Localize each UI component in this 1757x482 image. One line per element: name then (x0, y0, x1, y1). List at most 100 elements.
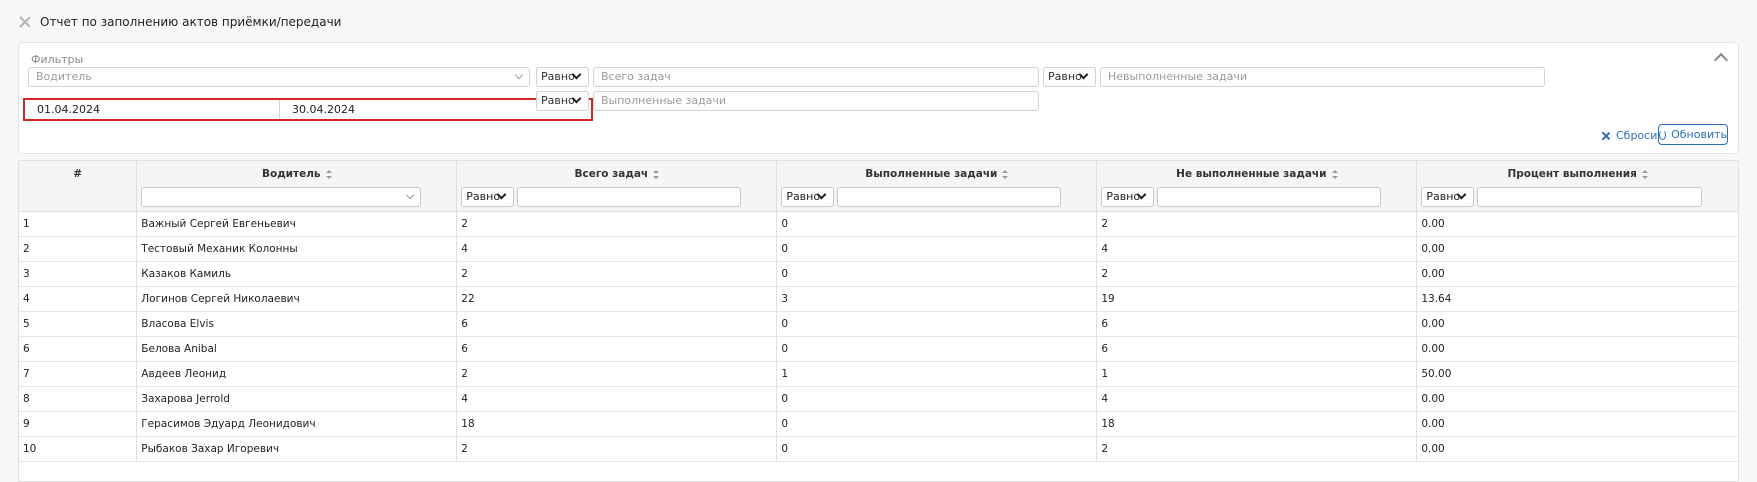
percent-column-filter[interactable] (1477, 187, 1703, 207)
cell-done-tasks: 0 (776, 236, 1098, 262)
table-row[interactable]: 1 Важный Сергей Евгеньевич 2 0 2 0.00 (19, 211, 1738, 237)
unfinished-column-filter[interactable] (1157, 187, 1382, 207)
unfinished-tasks-placeholder: Невыполненные задачи (1108, 70, 1248, 83)
cell-done-tasks: 3 (776, 286, 1098, 312)
sort-icon[interactable] (1331, 169, 1338, 179)
done-column-operator[interactable]: Равно (781, 187, 835, 207)
cell-completion-percent: 13.64 (1416, 286, 1738, 312)
filters-panel: Фильтры Водитель Равно Всего задач Равно… (18, 42, 1739, 154)
refresh-button[interactable]: Обновить (1658, 124, 1728, 145)
column-header-done[interactable]: Выполненные задачи Равно (776, 161, 1098, 212)
close-icon (1601, 131, 1611, 141)
table-row[interactable]: 2 Тестовый Механик Колонны 4 0 4 0.00 (19, 236, 1738, 262)
cell-completion-percent: 0.00 (1416, 411, 1738, 437)
date-range-picker[interactable]: 01.04.2024 30.04.2024 (23, 98, 593, 121)
report-table-container: # Водитель Всего задач Равно Выполненные… (18, 160, 1739, 482)
table-row[interactable]: 7 Авдеев Леонид 2 1 1 50.00 (19, 361, 1738, 387)
cell-driver-name: Белова Anibal (136, 336, 458, 362)
table-row[interactable]: 10 Рыбаков Захар Игоревич 2 0 2 0.00 (19, 436, 1738, 462)
table-row[interactable]: 9 Герасимов Эдуард Леонидович 18 0 18 0.00 (19, 411, 1738, 437)
cell-completion-percent: 0.00 (1416, 261, 1738, 287)
cell-unfinished-tasks: 6 (1096, 336, 1418, 362)
refresh-button-label: Обновить (1671, 128, 1727, 141)
cell-row-index: 10 (19, 436, 138, 462)
cell-completion-percent: 0.00 (1416, 436, 1738, 462)
cell-total-tasks: 2 (456, 211, 778, 237)
sort-icon[interactable] (653, 169, 660, 179)
table-body: 1 Важный Сергей Евгеньевич 2 0 2 0.00 2 Тестовы… (19, 211, 1738, 462)
driver-select[interactable]: Водитель (28, 67, 530, 87)
done-tasks-input[interactable]: Выполненные задачи (593, 91, 1039, 111)
table-row[interactable]: 8 Захарова Jerrold 4 0 4 0.00 (19, 386, 1738, 412)
column-header-index: # (19, 161, 138, 212)
table-row[interactable]: 6 Белова Anibal 6 0 6 0.00 (19, 336, 1738, 362)
cell-total-tasks: 4 (456, 236, 778, 262)
total-operator-value: Равно (541, 70, 575, 83)
done-column-filter[interactable] (837, 187, 1062, 207)
cell-done-tasks: 0 (776, 311, 1098, 337)
unfinished-column-operator[interactable]: Равно (1101, 187, 1155, 207)
unfinished-operator-select[interactable]: Равно (1043, 67, 1096, 87)
chevron-up-icon[interactable] (1713, 52, 1729, 68)
driver-column-filter[interactable] (141, 187, 422, 207)
cell-unfinished-tasks: 18 (1096, 411, 1418, 437)
cell-driver-name: Герасимов Эдуард Леонидович (136, 411, 458, 437)
total-column-operator[interactable]: Равно (461, 187, 515, 207)
cell-row-index: 5 (19, 311, 138, 337)
column-header-total[interactable]: Всего задач Равно (456, 161, 778, 212)
cell-row-index: 9 (19, 411, 138, 437)
operator-value: Равно (1106, 190, 1141, 203)
column-header-label: Водитель (261, 168, 321, 180)
cell-done-tasks: 0 (776, 211, 1098, 237)
cell-unfinished-tasks: 6 (1096, 311, 1418, 337)
column-header-unfinished[interactable]: Не выполненные задачи Равно (1096, 161, 1418, 212)
table-row[interactable]: 4 Логинов Сергей Николаевич 22 3 19 13.64 (19, 286, 1738, 312)
date-from-input[interactable]: 01.04.2024 (25, 100, 287, 119)
cell-total-tasks: 18 (456, 411, 778, 437)
percent-column-operator[interactable]: Равно (1421, 187, 1475, 207)
done-tasks-placeholder: Выполненные задачи (601, 94, 727, 107)
operator-value: Равно (466, 190, 501, 203)
page-title: Отчет по заполнению актов приёмки/переда… (40, 15, 342, 29)
sort-icon[interactable] (1002, 169, 1009, 179)
cell-completion-percent: 50.00 (1416, 361, 1738, 387)
sort-icon[interactable] (325, 169, 332, 179)
chevron-down-icon (406, 190, 415, 200)
column-header-percent[interactable]: Процент выполнения Равно (1416, 161, 1738, 212)
cell-driver-name: Захарова Jerrold (136, 386, 458, 412)
cell-total-tasks: 2 (456, 361, 778, 387)
chevron-down-icon (514, 70, 524, 80)
cell-row-index: 1 (19, 211, 138, 237)
operator-value: Равно (1426, 190, 1461, 203)
table-row[interactable]: 3 Казаков Камиль 2 0 2 0.00 (19, 261, 1738, 287)
column-header-driver[interactable]: Водитель (136, 161, 458, 212)
cell-done-tasks: 0 (776, 411, 1098, 437)
unfinished-tasks-input[interactable]: Невыполненные задачи (1100, 67, 1545, 87)
title-bar: Отчет по заполнению актов приёмки/переда… (18, 12, 341, 32)
total-column-filter[interactable] (517, 187, 742, 207)
sort-icon[interactable] (1641, 169, 1648, 179)
cell-done-tasks: 0 (776, 436, 1098, 462)
cell-driver-name: Логинов Сергей Николаевич (136, 286, 458, 312)
column-header-label: Процент выполнения (1507, 168, 1637, 180)
cell-total-tasks: 4 (456, 386, 778, 412)
cell-total-tasks: 6 (456, 311, 778, 337)
done-operator-select[interactable]: Равно (536, 91, 589, 111)
close-icon[interactable] (18, 15, 32, 29)
cell-completion-percent: 0.00 (1416, 311, 1738, 337)
cell-done-tasks: 0 (776, 261, 1098, 287)
cell-done-tasks: 0 (776, 386, 1098, 412)
report-table: # Водитель Всего задач Равно Выполненные… (19, 161, 1738, 462)
total-tasks-input[interactable]: Всего задач (593, 67, 1039, 87)
cell-completion-percent: 0.00 (1416, 336, 1738, 362)
total-operator-select[interactable]: Равно (536, 67, 589, 87)
unfinished-operator-value: Равно (1048, 70, 1082, 83)
column-header-label: Выполненные задачи (865, 168, 998, 180)
cell-row-index: 8 (19, 386, 138, 412)
cell-row-index: 4 (19, 286, 138, 312)
cell-done-tasks: 0 (776, 336, 1098, 362)
table-row[interactable]: 5 Власова Elvis 6 0 6 0.00 (19, 311, 1738, 337)
cell-row-index: 6 (19, 336, 138, 362)
refresh-icon (1659, 129, 1667, 140)
cell-completion-percent: 0.00 (1416, 236, 1738, 262)
